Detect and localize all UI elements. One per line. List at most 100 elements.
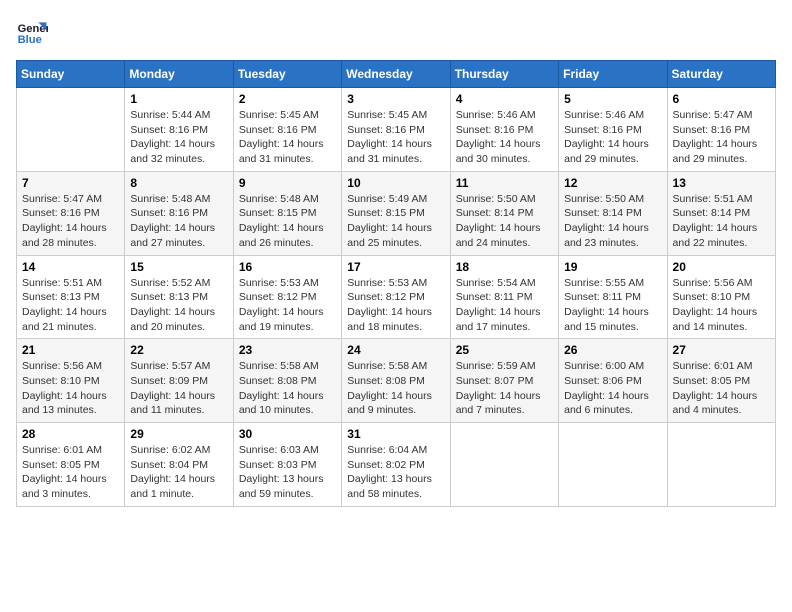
day-info-line: Sunset: 8:16 PM xyxy=(130,206,227,221)
day-number: 23 xyxy=(239,343,336,357)
day-info-line: Daylight: 14 hours xyxy=(130,305,227,320)
day-info-line: Sunset: 8:11 PM xyxy=(564,290,661,305)
calendar-cell: 15 Sunrise: 5:52 AMSunset: 8:13 PMDayligh… xyxy=(125,255,233,339)
day-number: 25 xyxy=(456,343,553,357)
day-info-line: Sunrise: 5:53 AM xyxy=(347,276,444,291)
calendar-cell: 2Sunrise: 5:45 AMSunset: 8:16 PMDaylight… xyxy=(233,88,341,172)
day-info-line: Daylight: 14 hours xyxy=(22,472,119,487)
day-number: 30 xyxy=(239,427,336,441)
day-number: 26 xyxy=(564,343,661,357)
day-info-line: Daylight: 14 hours xyxy=(347,389,444,404)
weekday-header-wednesday: Wednesday xyxy=(342,61,450,88)
day-info-line: Sunrise: 6:02 AM xyxy=(130,443,227,458)
day-info-line: Sunset: 8:12 PM xyxy=(239,290,336,305)
day-info-line: Sunrise: 6:00 AM xyxy=(564,359,661,374)
calendar-cell xyxy=(450,423,558,507)
day-info-line: and 10 minutes. xyxy=(239,403,336,418)
day-number: 21 xyxy=(22,343,119,357)
day-info-line: Daylight: 14 hours xyxy=(130,472,227,487)
day-number: 15 xyxy=(130,260,227,274)
day-info-line: Sunrise: 6:01 AM xyxy=(673,359,770,374)
day-info-line: Daylight: 14 hours xyxy=(673,305,770,320)
day-info-line: and 30 minutes. xyxy=(456,152,553,167)
day-info-line: and 6 minutes. xyxy=(564,403,661,418)
calendar-cell: 22Sunrise: 5:57 AMSunset: 8:09 PMDayligh… xyxy=(125,339,233,423)
day-info-line: Sunrise: 5:51 AM xyxy=(22,276,119,291)
day-info-line: and 17 minutes. xyxy=(456,320,553,335)
day-number: 28 xyxy=(22,427,119,441)
day-info-line: Sunrise: 5:56 AM xyxy=(22,359,119,374)
day-info-line: Sunset: 8:11 PM xyxy=(456,290,553,305)
calendar-cell: 19Sunrise: 5:55 AMSunset: 8:11 PMDayligh… xyxy=(559,255,667,339)
day-info-line: and 27 minutes. xyxy=(130,236,227,251)
calendar-cell: 24 Sunrise: 5:58 AMSunset: 8:08 PMDayligh… xyxy=(342,339,450,423)
day-number: 7 xyxy=(22,176,119,190)
calendar-cell: 31Sunrise: 6:04 AMSunset: 8:02 PMDayligh… xyxy=(342,423,450,507)
calendar-cell: 8Sunrise: 5:48 AMSunset: 8:16 PMDaylight… xyxy=(125,171,233,255)
day-info-line: Sunset: 8:10 PM xyxy=(673,290,770,305)
day-info-line: Sunrise: 5:52 AM xyxy=(130,276,227,291)
day-number: 24 xyxy=(347,343,444,357)
day-info-line: and 24 minutes. xyxy=(456,236,553,251)
day-info-line: Sunset: 8:13 PM xyxy=(130,290,227,305)
day-info-line: Sunset: 8:06 PM xyxy=(564,374,661,389)
weekday-header-tuesday: Tuesday xyxy=(233,61,341,88)
calendar-cell: 9Sunrise: 5:48 AMSunset: 8:15 PMDaylight… xyxy=(233,171,341,255)
day-info-line: Daylight: 14 hours xyxy=(22,389,119,404)
day-info-line: Sunset: 8:14 PM xyxy=(673,206,770,221)
day-info-line: and 32 minutes. xyxy=(130,152,227,167)
weekday-header-saturday: Saturday xyxy=(667,61,775,88)
day-info-line: Daylight: 14 hours xyxy=(456,137,553,152)
day-info-line: Sunset: 8:02 PM xyxy=(347,458,444,473)
day-info-line: Sunset: 8:04 PM xyxy=(130,458,227,473)
day-info-line: Sunrise: 5:47 AM xyxy=(673,108,770,123)
day-info-line: and 29 minutes. xyxy=(564,152,661,167)
day-info-line: Sunset: 8:05 PM xyxy=(22,458,119,473)
day-info-line: Daylight: 14 hours xyxy=(564,305,661,320)
day-info-line: Sunrise: 5:58 AM xyxy=(239,359,336,374)
day-number: 12 xyxy=(564,176,661,190)
day-number: 4 xyxy=(456,92,553,106)
day-number: 10 xyxy=(347,176,444,190)
day-info-line: Daylight: 14 hours xyxy=(239,305,336,320)
day-number: 18 xyxy=(456,260,553,274)
day-info-line: Sunrise: 5:55 AM xyxy=(564,276,661,291)
day-info-line: Sunrise: 5:46 AM xyxy=(564,108,661,123)
day-info-line: Sunrise: 5:48 AM xyxy=(239,192,336,207)
day-info-line: and 19 minutes. xyxy=(239,320,336,335)
svg-text:Blue: Blue xyxy=(18,34,42,46)
day-info-line: Sunset: 8:08 PM xyxy=(347,374,444,389)
day-number: 20 xyxy=(673,260,770,274)
calendar-cell: 3Sunrise: 5:45 AMSunset: 8:16 PMDaylight… xyxy=(342,88,450,172)
day-info-line: Sunset: 8:15 PM xyxy=(239,206,336,221)
day-info-line: and 7 minutes. xyxy=(456,403,553,418)
calendar-cell xyxy=(667,423,775,507)
day-number: 31 xyxy=(347,427,444,441)
calendar-cell: 16Sunrise: 5:53 AMSunset: 8:12 PMDayligh… xyxy=(233,255,341,339)
day-info-line: Sunset: 8:13 PM xyxy=(22,290,119,305)
day-info-line: Daylight: 14 hours xyxy=(456,389,553,404)
day-info-line: and 31 minutes. xyxy=(347,152,444,167)
day-number: 8 xyxy=(130,176,227,190)
day-info-line: Sunrise: 5:57 AM xyxy=(130,359,227,374)
day-info-line: Daylight: 14 hours xyxy=(130,389,227,404)
logo-icon: General Blue xyxy=(16,16,48,48)
day-number: 3 xyxy=(347,92,444,106)
logo: General Blue xyxy=(16,16,52,48)
day-info-line: Daylight: 14 hours xyxy=(239,137,336,152)
day-info-line: Sunrise: 5:50 AM xyxy=(456,192,553,207)
day-info-line: Sunset: 8:15 PM xyxy=(347,206,444,221)
day-info-line: Sunset: 8:16 PM xyxy=(673,123,770,138)
calendar-cell: 4Sunrise: 5:46 AMSunset: 8:16 PMDaylight… xyxy=(450,88,558,172)
day-info-line: and 26 minutes. xyxy=(239,236,336,251)
day-info-line: Sunrise: 5:48 AM xyxy=(130,192,227,207)
day-info-line: Daylight: 14 hours xyxy=(130,137,227,152)
weekday-header-monday: Monday xyxy=(125,61,233,88)
calendar-cell: 7Sunrise: 5:47 AMSunset: 8:16 PMDaylight… xyxy=(17,171,125,255)
calendar-cell: 6Sunrise: 5:47 AMSunset: 8:16 PMDaylight… xyxy=(667,88,775,172)
day-info-line: Sunrise: 5:50 AM xyxy=(564,192,661,207)
day-info-line: Sunrise: 5:58 AM xyxy=(347,359,444,374)
day-info-line: Sunrise: 5:56 AM xyxy=(673,276,770,291)
day-info-line: Sunrise: 5:49 AM xyxy=(347,192,444,207)
day-info-line: Sunset: 8:05 PM xyxy=(673,374,770,389)
